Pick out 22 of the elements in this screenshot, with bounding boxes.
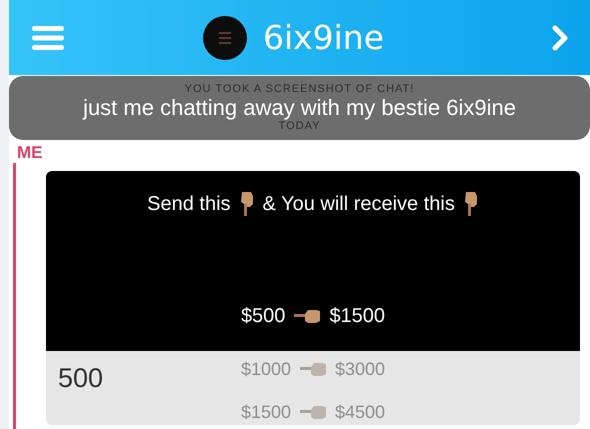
screenshot-notice: YOU TOOK A SCREENSHOT OF CHAT! xyxy=(184,84,414,95)
snap-text: & You will receive this xyxy=(262,192,455,217)
message-text: 500 xyxy=(57,362,104,395)
avatar-icon[interactable] xyxy=(202,16,247,60)
snap-text: Send this xyxy=(147,192,231,217)
pointing-hand-icon xyxy=(299,361,327,378)
caption-text: just me chatting away with my bestie 6ix9ine xyxy=(83,95,516,121)
price-text: $1500 xyxy=(329,304,386,329)
price-text: $500 xyxy=(240,304,286,329)
price-text: $4500 xyxy=(335,400,386,424)
pointing-hand-icon xyxy=(299,404,327,420)
price-text: $1000 xyxy=(240,358,291,381)
pointing-hand-icon xyxy=(293,308,322,324)
price-text: $1500 xyxy=(240,400,291,424)
price-text: $3000 xyxy=(335,358,386,381)
date-label: TODAY xyxy=(278,121,320,132)
menu-icon[interactable] xyxy=(31,24,65,50)
chevron-right-icon[interactable] xyxy=(552,24,568,50)
pointing-hand-icon xyxy=(238,190,255,217)
sender-label: ME xyxy=(16,142,44,163)
pointing-hand-icon xyxy=(462,190,479,217)
chat-title: 6ix9ine xyxy=(262,16,384,59)
